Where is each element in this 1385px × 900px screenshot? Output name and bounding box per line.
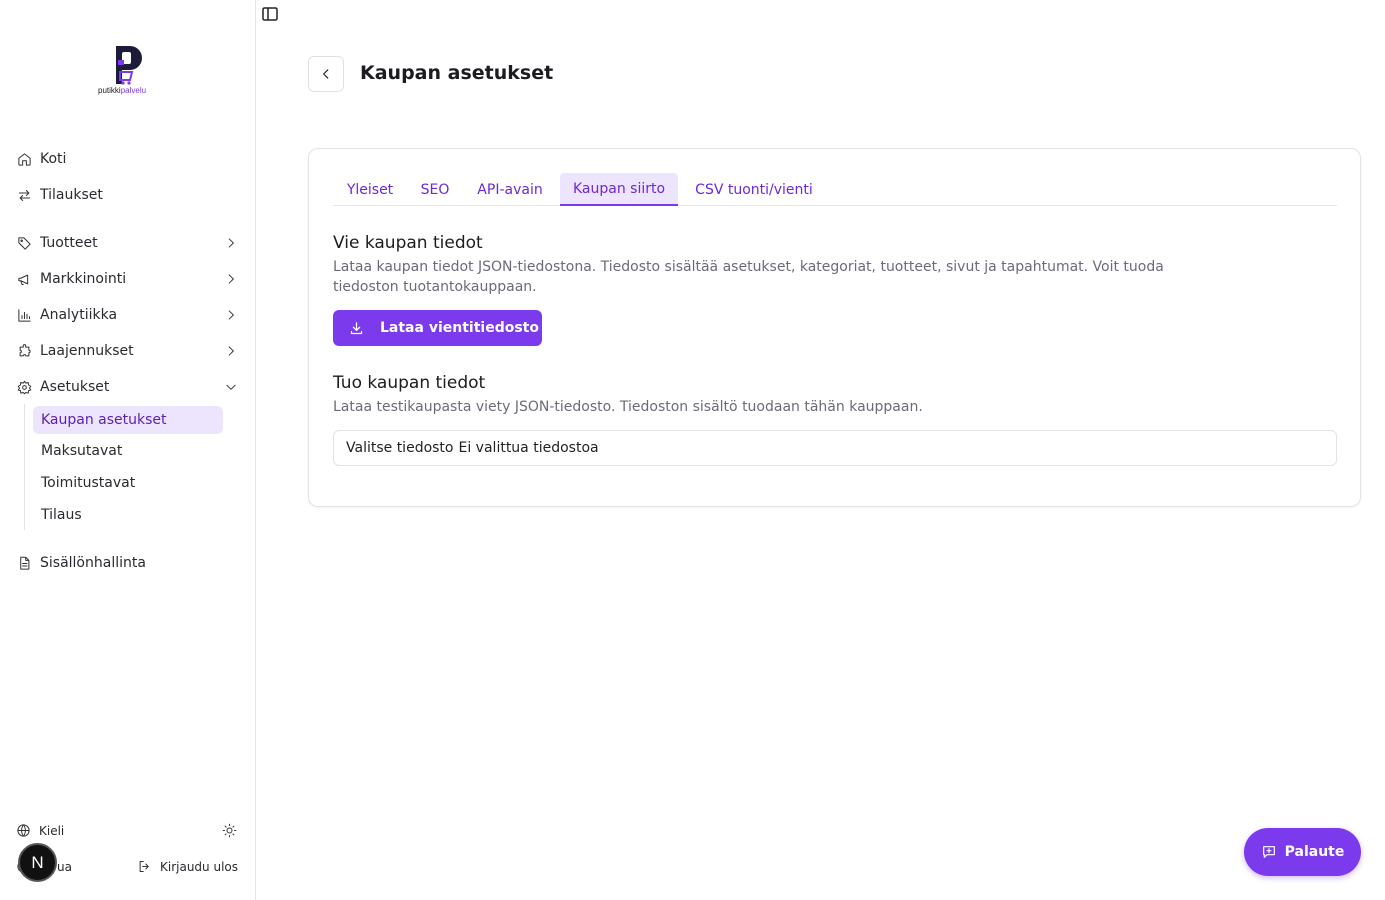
sidebar-item-laajennukset[interactable]: Laajennukset bbox=[8, 336, 248, 366]
sidebar-item-label: Laajennukset bbox=[40, 343, 134, 359]
tab-seo[interactable]: SEO bbox=[410, 173, 460, 206]
sidebar-subitem-maksutavat[interactable]: Maksutavat bbox=[33, 437, 223, 465]
tab-yleiset[interactable]: Yleiset bbox=[333, 173, 407, 206]
gear-icon bbox=[16, 379, 32, 395]
sidebar-item-label: Asetukset bbox=[40, 379, 110, 395]
logout-button[interactable]: Kirjaudu ulos bbox=[137, 859, 238, 874]
bar-chart-icon bbox=[16, 307, 32, 323]
sidebar: putikkipalvelu Koti Tilaukset Tuotteet M… bbox=[0, 0, 256, 900]
feedback-icon bbox=[1262, 846, 1275, 858]
sidebar-item-koti[interactable]: Koti bbox=[8, 144, 248, 174]
export-section-description: Lataa kaupan tiedot JSON-tiedostona. Tie… bbox=[333, 259, 1164, 295]
chevron-right-icon bbox=[224, 235, 240, 251]
page-title: Kaupan asetukset bbox=[360, 62, 554, 84]
sidebar-item-label: Tilaukset bbox=[40, 187, 103, 203]
tab-kaupan-siirto[interactable]: Kaupan siirto bbox=[560, 173, 678, 206]
sidebar-subitem-kaupan-asetukset[interactable]: Kaupan asetukset bbox=[33, 406, 223, 434]
chevron-down-icon bbox=[224, 379, 240, 395]
brand-wordmark: putikkipalvelu bbox=[98, 86, 147, 95]
chevron-right-icon bbox=[224, 307, 240, 323]
tab-csv-tuonti-vienti[interactable]: CSV tuonti/vienti bbox=[683, 173, 825, 206]
sidebar-subitem-tilaus[interactable]: Tilaus bbox=[33, 501, 223, 529]
file-status: Ei valittua tiedostoa bbox=[458, 440, 599, 456]
feedback-label: Palaute bbox=[1284, 844, 1345, 860]
document-icon bbox=[16, 555, 32, 571]
avatar[interactable]: N bbox=[18, 843, 57, 882]
logout-icon bbox=[139, 861, 149, 872]
globe-icon bbox=[17, 824, 30, 837]
language-selector[interactable]: Kieli bbox=[16, 823, 64, 838]
puzzle-icon bbox=[16, 343, 32, 359]
download-export-button[interactable]: Lataa vientitiedosto bbox=[333, 310, 542, 346]
import-section-title: Tuo kaupan tiedot bbox=[333, 373, 486, 393]
sidebar-toggle-icon[interactable] bbox=[262, 6, 278, 22]
sidebar-item-tuotteet[interactable]: Tuotteet bbox=[8, 228, 248, 258]
sidebar-item-label: Koti bbox=[40, 151, 67, 167]
sidebar-item-tilaukset[interactable]: Tilaukset bbox=[8, 180, 248, 210]
home-icon bbox=[16, 151, 32, 167]
export-section-title: Vie kaupan tiedot bbox=[333, 233, 483, 253]
feedback-button[interactable]: Palaute bbox=[1244, 828, 1361, 876]
back-button[interactable] bbox=[308, 56, 344, 92]
arrows-swap-icon bbox=[16, 187, 32, 203]
chevron-right-icon bbox=[224, 343, 240, 359]
sidebar-item-label: Sisällönhallinta bbox=[40, 555, 146, 571]
submenu-rail bbox=[24, 404, 25, 530]
sidebar-item-asetukset[interactable]: Asetukset bbox=[8, 372, 248, 402]
download-icon bbox=[350, 321, 363, 334]
sidebar-subitem-toimitustavat[interactable]: Toimitustavat bbox=[33, 469, 223, 497]
chevron-left-icon bbox=[323, 69, 329, 79]
sidebar-item-markkinointi[interactable]: Markkinointi bbox=[8, 264, 248, 294]
logout-label: Kirjaudu ulos bbox=[160, 859, 238, 874]
choose-file-button[interactable]: Valitse tiedosto bbox=[346, 440, 454, 456]
sidebar-item-label: Markkinointi bbox=[40, 271, 127, 287]
settings-tabs: Yleiset SEO API-avain Kaupan siirto CSV … bbox=[333, 173, 1337, 206]
sun-icon bbox=[222, 823, 237, 838]
settings-card: Yleiset SEO API-avain Kaupan siirto CSV … bbox=[308, 148, 1361, 507]
download-export-label: Lataa vientitiedosto bbox=[380, 320, 539, 336]
chevron-right-icon bbox=[224, 271, 240, 287]
theme-toggle[interactable] bbox=[222, 823, 237, 838]
file-input[interactable]: Valitse tiedosto Ei valittua tiedostoa bbox=[333, 430, 1337, 466]
sidebar-item-analytiikka[interactable]: Analytiikka bbox=[8, 300, 248, 330]
help-label: ua bbox=[57, 859, 72, 874]
import-section-description: Lataa testikaupasta viety JSON-tiedosto.… bbox=[333, 399, 923, 415]
tag-icon bbox=[16, 235, 32, 251]
sidebar-item-sisallonhallinta[interactable]: Sisällönhallinta bbox=[8, 548, 248, 578]
sidebar-item-label: Analytiikka bbox=[40, 307, 118, 323]
sidebar-item-label: Tuotteet bbox=[40, 235, 98, 251]
megaphone-icon bbox=[16, 271, 32, 287]
tab-api-avain[interactable]: API-avain bbox=[465, 173, 555, 206]
language-label: Kieli bbox=[39, 823, 65, 838]
